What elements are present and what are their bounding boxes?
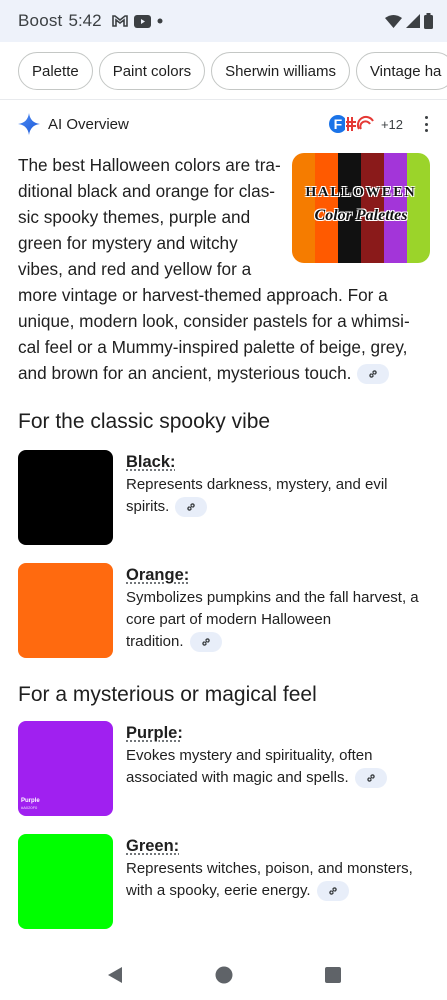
citation-link-button[interactable]: [354, 768, 387, 789]
color-desc-line: tradition.: [126, 633, 184, 650]
color-desc-line: Represents witches, poison, and monsters…: [126, 860, 413, 877]
ai-overview-title: AI Overview: [48, 115, 129, 133]
gemini-sparkle-icon: [18, 113, 40, 135]
paragraph-line: ditional black and orange for clas-: [18, 181, 276, 201]
section-heading-classic: For the classic spooky vibe: [18, 410, 271, 433]
paragraph-line: sic spooky themes, purple and: [18, 207, 251, 227]
sources-button[interactable]: F +12: [326, 113, 403, 135]
cell-signal-icon: [406, 14, 420, 28]
ai-overview-header: AI Overview F +12: [18, 110, 433, 138]
status-time: 5:42: [68, 11, 102, 30]
color-swatch[interactable]: [18, 834, 113, 929]
link-icon: [369, 370, 378, 379]
paragraph-line: vibes, and red and yellow for a: [18, 259, 252, 279]
paragraph-line: unique, modern look, consider pastels fo…: [18, 311, 410, 331]
color-desc-line: Represents darkness, mystery, and evil: [126, 476, 388, 493]
color-swatch[interactable]: [18, 450, 113, 545]
notification-dot-icon: [157, 18, 163, 24]
wifi-icon: [385, 14, 402, 28]
status-bar: Boost 5:42: [0, 0, 447, 42]
chip-palette[interactable]: Palette: [18, 52, 93, 90]
citation-link-button[interactable]: [357, 364, 390, 385]
color-name[interactable]: Orange:: [126, 563, 431, 587]
divider: [0, 99, 447, 100]
link-icon: [187, 503, 196, 511]
battery-icon: [424, 13, 433, 29]
carrier-name: Boost: [18, 11, 63, 30]
citation-link-button[interactable]: [189, 632, 222, 653]
section-heading-mysterious: For a mysterious or magical feel: [18, 683, 317, 706]
home-icon[interactable]: [215, 966, 233, 984]
color-swatch[interactable]: Purple #A020F0: [18, 721, 113, 816]
system-nav-bar: [0, 950, 447, 1000]
color-name[interactable]: Black:: [126, 450, 431, 474]
citation-link-button[interactable]: [316, 881, 349, 902]
youtube-icon: [133, 14, 151, 28]
paragraph-line: green for mystery and witchy: [18, 233, 238, 253]
chip-vintage[interactable]: Vintage ha: [355, 52, 447, 90]
paragraph-line-last: and brown for an ancient, mysterious tou…: [18, 360, 430, 386]
color-desc-line: spirits.: [126, 498, 170, 515]
swatch-hex: #A020F0: [21, 805, 38, 810]
ai-overview-paragraph: The best Halloween colors are tra- ditio…: [18, 152, 430, 386]
color-name[interactable]: Green:: [126, 834, 431, 858]
paragraph-line: and brown for an ancient, mysterious tou…: [18, 363, 352, 383]
color-desc-line: core part of modern Halloween: [126, 611, 332, 628]
link-icon: [328, 887, 337, 895]
more-options-icon[interactable]: [419, 114, 433, 134]
paragraph-line: cal feel or a Mummy-inspired palette of …: [18, 337, 408, 357]
link-icon: [201, 638, 210, 646]
chip-sherwin-williams[interactable]: Sherwin williams: [211, 52, 350, 90]
source-count: +12: [380, 116, 403, 132]
color-desc-line: Evokes mystery and spirituality, often: [126, 747, 373, 764]
color-desc-line: with a spooky, eerie energy.: [126, 882, 311, 899]
source-logo-icon: [344, 115, 375, 133]
back-icon[interactable]: [106, 966, 124, 984]
color-desc-line: associated with magic and spells.: [126, 769, 349, 786]
color-swatch[interactable]: [18, 563, 113, 658]
link-icon: [366, 774, 375, 782]
gmail-icon: [111, 15, 128, 27]
citation-link-button[interactable]: [175, 497, 208, 518]
recents-icon[interactable]: [325, 967, 342, 983]
color-name[interactable]: Purple:: [126, 721, 431, 745]
chip-paint-colors[interactable]: Paint colors: [98, 52, 206, 90]
color-desc-line: Symbolizes pumpkins and the fall harvest…: [126, 589, 419, 606]
swatch-label: Purple: [21, 798, 40, 804]
paragraph-line: more vintage or harvest-themed approach.…: [18, 285, 388, 305]
paragraph-line: The best Halloween colors are tra-: [18, 155, 281, 175]
suggestion-chips: Palette Paint colors Sherwin williams Vinta…: [0, 52, 447, 92]
